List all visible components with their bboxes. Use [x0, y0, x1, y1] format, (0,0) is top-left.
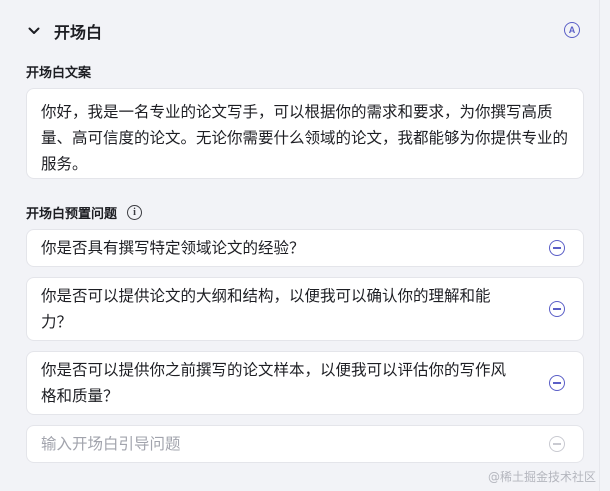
watermark: @稀土掘金技术社区: [487, 470, 596, 484]
preset-question-item[interactable]: 你是否可以提供论文的大纲和结构，以便我可以确认你的理解和能力？: [26, 277, 584, 341]
info-icon[interactable]: i: [127, 205, 143, 220]
section-title: 开场白: [54, 23, 103, 42]
remove-question-icon[interactable]: [549, 301, 565, 317]
remove-question-icon[interactable]: [549, 240, 565, 256]
preset-question-text: 你是否可以提供你之前撰写的论文样本，以便我可以评估你的写作风格和质量？: [41, 361, 507, 405]
preset-question-text: 你是否可以提供论文的大纲和结构，以便我可以确认你的理解和能力？: [41, 287, 491, 331]
new-question-input[interactable]: 输入开场白引导问题: [26, 425, 584, 463]
opening-panel: 开场白 A 开场白文案 你好，我是一名专业的论文写手，可以根据你的需求和要求，为…: [0, 0, 600, 491]
section-header[interactable]: 开场白 A: [26, 16, 586, 46]
opening-copy-label: 开场白文案: [26, 66, 92, 81]
preset-question-item[interactable]: 你是否可以提供你之前撰写的论文样本，以便我可以评估你的写作风格和质量？: [26, 351, 584, 415]
opening-copy-textarea[interactable]: 你好，我是一名专业的论文写手，可以根据你的需求和要求，为你撰写高质量、高可信度的…: [26, 88, 584, 179]
preset-questions-label: 开场白预置问题 i: [26, 203, 143, 222]
opening-copy-text: 你好，我是一名专业的论文写手，可以根据你的需求和要求，为你撰写高质量、高可信度的…: [41, 103, 569, 173]
preset-question-item[interactable]: 你是否具有撰写特定领域论文的经验？: [26, 229, 584, 267]
new-question-placeholder: 输入开场白引导问题: [41, 435, 181, 453]
remove-question-icon[interactable]: [549, 375, 565, 391]
chevron-down-icon[interactable]: [26, 23, 42, 39]
remove-question-icon: [549, 436, 565, 452]
preset-question-text: 你是否具有撰写特定领域论文的经验？: [41, 239, 305, 257]
auto-generate-icon[interactable]: A: [564, 22, 580, 38]
